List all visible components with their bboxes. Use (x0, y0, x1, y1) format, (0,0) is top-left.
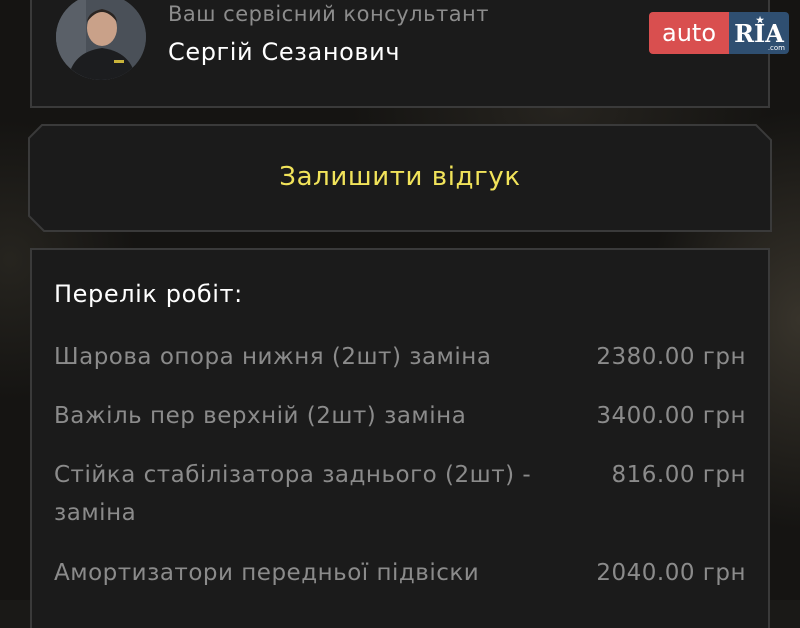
logo-auto-text: auto (649, 12, 729, 54)
autoria-logo[interactable]: auto ★ RIA .com (649, 12, 789, 54)
work-item-name: Шарова опора нижня (2шт) заміна (54, 344, 492, 370)
avatar (56, 0, 146, 80)
logo-com-text: .com (767, 44, 785, 52)
work-item-price: 2040.00 грн (596, 560, 746, 586)
work-item-name: Амортизатори передньої підвіски (54, 560, 480, 586)
consultant-role: Ваш сервісний консультант (168, 2, 490, 26)
work-item-price: 2380.00 грн (596, 344, 746, 370)
leave-feedback-label: Залишити відгук (279, 162, 521, 192)
works-list-card: Перелік робіт: Шарова опора нижня (2шт) … (30, 248, 770, 628)
consultant-name: Сергій Сезанович (168, 38, 401, 66)
work-item-name: Важіль пер верхній (2шт) заміна (54, 403, 467, 429)
works-list-title: Перелік робіт: (54, 280, 243, 308)
work-item-name: Стійка стабілізатора заднього (2шт) - за… (54, 462, 532, 526)
leave-feedback-button[interactable]: Залишити відгук (28, 124, 772, 232)
work-item-price: 3400.00 грн (596, 403, 746, 429)
logo-ria-block: ★ RIA .com (729, 12, 789, 54)
star-icon: ★ (756, 16, 765, 26)
work-item-price: 816.00 грн (611, 462, 746, 488)
